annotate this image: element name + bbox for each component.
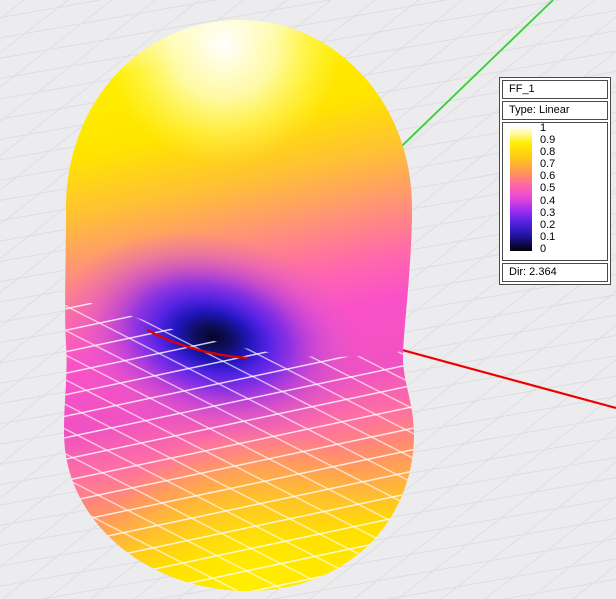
tick-label: 0.5 <box>540 183 555 194</box>
3d-viewport[interactable]: FF_1 Type: Linear 1 0.9 0.8 0.7 0.6 0.5 … <box>0 0 616 599</box>
legend-directivity: Dir: 2.364 <box>502 263 608 282</box>
tick-label: 0.3 <box>540 208 555 219</box>
tick-label: 0.2 <box>540 220 555 231</box>
tick-label: 0.7 <box>540 159 555 170</box>
legend-colorbar-cell: 1 0.9 0.8 0.7 0.6 0.5 0.4 0.3 0.2 0.1 0 <box>502 122 608 261</box>
colorbar-ticks: 1 0.9 0.8 0.7 0.6 0.5 0.4 0.3 0.2 0.1 0 <box>540 123 555 255</box>
tick-label: 0.9 <box>540 135 555 146</box>
legend-scale-type: Type: Linear <box>502 101 608 120</box>
tick-label: 1 <box>540 123 555 134</box>
farfield-pattern-lobe <box>40 20 440 599</box>
tick-label: 0 <box>540 244 555 255</box>
x-axis-line <box>380 344 616 408</box>
colorbar-gradient <box>510 127 532 251</box>
tick-label: 0.6 <box>540 171 555 182</box>
legend-title: FF_1 <box>502 80 608 99</box>
farfield-legend-panel: FF_1 Type: Linear 1 0.9 0.8 0.7 0.6 0.5 … <box>499 77 611 285</box>
tick-label: 0.1 <box>540 232 555 243</box>
tick-label: 0.8 <box>540 147 555 158</box>
tick-label: 0.4 <box>540 196 555 207</box>
